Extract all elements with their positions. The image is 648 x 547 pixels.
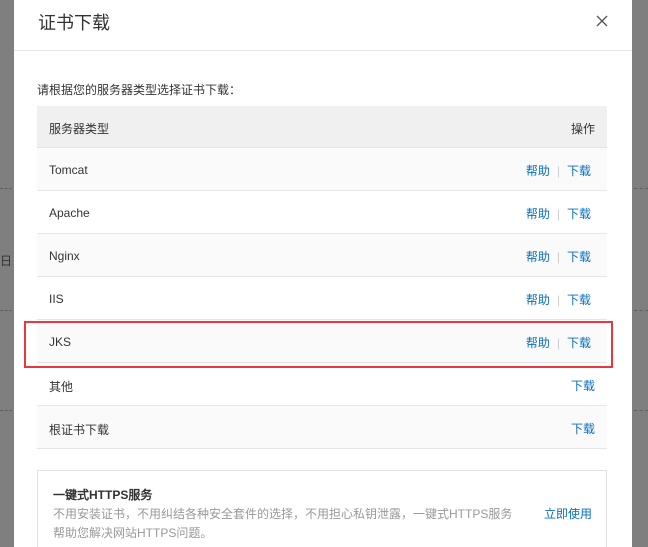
close-icon[interactable] [594, 13, 610, 29]
server-type-table: 服务器类型 操作 Tomcat 帮助 | 下载 Apache 帮助 | 下载 Nginx… [37, 106, 607, 449]
help-link[interactable]: 帮助 [526, 207, 550, 221]
table-row: IIS 帮助 | 下载 [37, 277, 607, 320]
server-name: 根证书下载 [49, 423, 110, 437]
server-name: Nginx [49, 249, 80, 263]
action-separator: | [556, 293, 560, 307]
dialog-header: 证书下载 [14, 0, 632, 51]
row-actions: 帮助 | 下载 [526, 334, 591, 351]
table-row: 其他 下载 [37, 363, 607, 406]
server-name: JKS [49, 335, 72, 349]
table-row: Nginx 帮助 | 下载 [37, 234, 607, 277]
download-link[interactable]: 下载 [567, 293, 591, 307]
table-header: 服务器类型 操作 [37, 106, 607, 148]
intro-text: 请根据您的服务器类型选择证书下载： [37, 83, 242, 97]
table-body: Tomcat 帮助 | 下载 Apache 帮助 | 下载 Nginx 帮助 | 下载 II… [37, 148, 607, 449]
help-link[interactable]: 帮助 [526, 336, 550, 350]
background-divider [634, 310, 648, 311]
server-name: IIS [49, 292, 64, 306]
background-page-left [0, 0, 14, 547]
row-actions: 帮助 | 下载 [526, 248, 591, 265]
row-actions: 下载 [571, 377, 595, 394]
background-divider [0, 188, 12, 189]
server-name: Apache [49, 206, 90, 220]
help-link[interactable]: 帮助 [526, 293, 550, 307]
dialog-title: 证书下载 [38, 13, 110, 33]
header-operations: 操作 [570, 122, 595, 136]
table-row: Apache 帮助 | 下载 [37, 191, 607, 234]
background-divider [634, 410, 648, 411]
https-service-description: 不用安装证书，不用纠结各种安全套件的选择，不用担心私钥泄露，一键式HTTPS服务… [53, 507, 513, 540]
background-fragment-text: 日 [0, 254, 13, 268]
table-row: 根证书下载 下载 [37, 406, 607, 449]
background-divider [0, 410, 12, 411]
action-separator: | [556, 250, 560, 264]
help-link[interactable]: 帮助 [526, 164, 550, 178]
row-actions: 下载 [571, 420, 595, 437]
header-server-type: 服务器类型 [49, 122, 110, 136]
table-row: JKS 帮助 | 下载 [37, 320, 607, 363]
row-actions: 帮助 | 下载 [526, 291, 591, 308]
download-link[interactable]: 下载 [567, 250, 591, 264]
use-now-link[interactable]: 立即使用 [544, 505, 592, 524]
action-separator: | [556, 336, 560, 350]
download-link[interactable]: 下载 [571, 379, 595, 393]
row-actions: 帮助 | 下载 [526, 162, 591, 179]
background-page-right [632, 0, 648, 547]
certificate-download-dialog: 证书下载 请根据您的服务器类型选择证书下载： 服务器类型 操作 Tomcat 帮… [14, 0, 632, 547]
row-actions: 帮助 | 下载 [526, 205, 591, 222]
server-name: Tomcat [49, 163, 88, 177]
download-link[interactable]: 下载 [567, 207, 591, 221]
table-row: Tomcat 帮助 | 下载 [37, 148, 607, 191]
action-separator: | [556, 164, 560, 178]
https-service-title: 一键式HTTPS服务 [53, 488, 153, 502]
background-divider [0, 310, 12, 311]
download-link[interactable]: 下载 [567, 164, 591, 178]
server-name: 其他 [49, 380, 74, 394]
download-link[interactable]: 下载 [571, 422, 595, 436]
help-link[interactable]: 帮助 [526, 250, 550, 264]
background-divider [634, 188, 648, 189]
https-service-panel: 一键式HTTPS服务 不用安装证书，不用纠结各种安全套件的选择，不用担心私钥泄露… [37, 470, 607, 547]
action-separator: | [556, 207, 560, 221]
download-link[interactable]: 下载 [567, 336, 591, 350]
